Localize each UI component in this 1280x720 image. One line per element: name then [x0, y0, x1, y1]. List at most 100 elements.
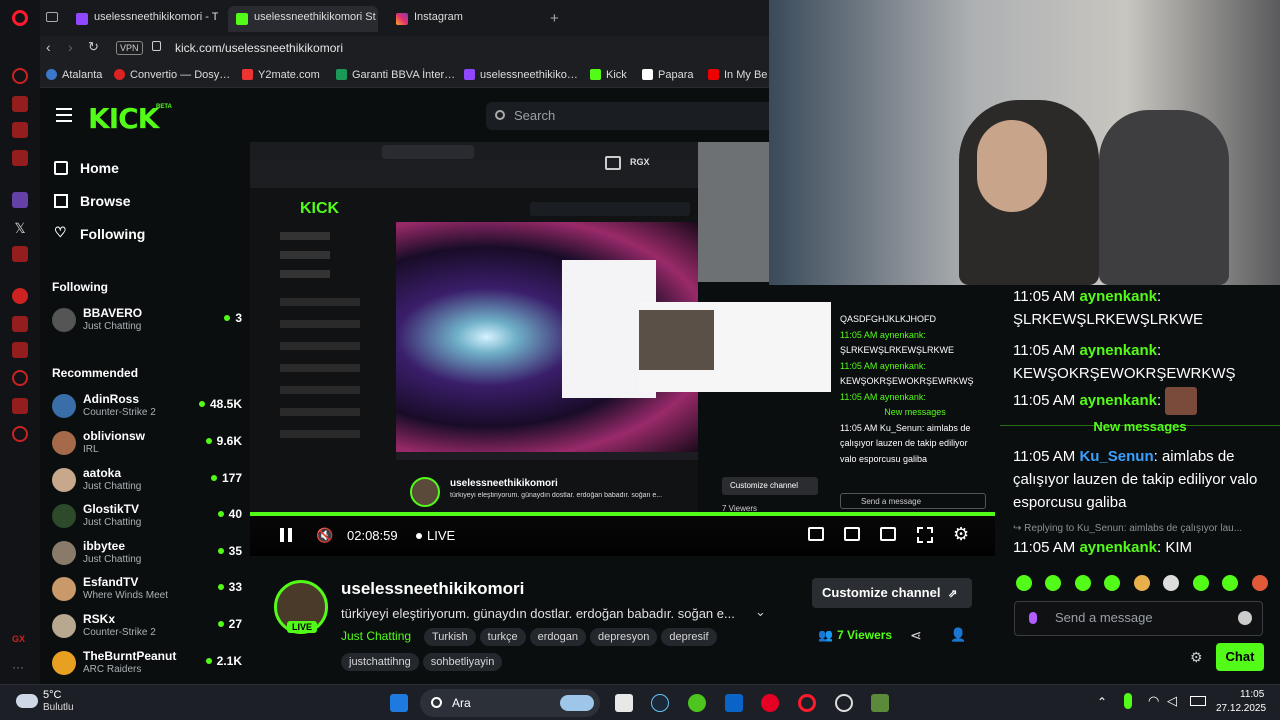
chat-send-button[interactable]: Chat — [1216, 643, 1264, 671]
bookmark-item[interactable]: Convertio — Dosy… — [114, 69, 230, 81]
emote-icon[interactable] — [1016, 575, 1032, 591]
windows-start-icon[interactable] — [390, 694, 408, 712]
recommended-channel[interactable]: TheBurntPeanut ARC Raiders 2.1K — [52, 649, 242, 679]
share-icon[interactable]: ⋖ — [910, 627, 922, 644]
mic-icon[interactable] — [1124, 693, 1132, 709]
nav-following[interactable]: ♡ Following — [54, 224, 145, 242]
theater-mode-icon[interactable] — [808, 527, 824, 541]
bookmark-item[interactable]: Atalanta — [46, 69, 102, 81]
emote-icon[interactable] — [1192, 575, 1209, 591]
tab-2[interactable]: uselessneethikikomori St — [228, 6, 378, 32]
bookmark-item[interactable]: uselessneethikiko… — [464, 69, 578, 81]
bookmark-item[interactable]: Garanti BBVA İnter… — [336, 69, 455, 81]
tag[interactable]: depresyon — [590, 628, 658, 646]
pip-icon[interactable] — [880, 527, 896, 541]
workspace-icon[interactable] — [12, 96, 28, 112]
forward-icon[interactable]: › — [68, 39, 73, 55]
wifi-icon[interactable]: ◠ — [1148, 693, 1159, 709]
briefcase-icon[interactable] — [12, 316, 28, 332]
messenger-icon[interactable] — [12, 150, 28, 166]
recommended-channel[interactable]: EsfandTV Where Winds Meet 33 — [52, 575, 242, 605]
recommended-channel[interactable]: RSKx Counter-Strike 2 27 — [52, 612, 242, 642]
tiktok-icon[interactable] — [12, 246, 28, 262]
pin-icon[interactable] — [12, 342, 28, 358]
search-box[interactable]: Search — [486, 102, 776, 130]
more-icon[interactable]: ··· — [12, 660, 28, 676]
chat-username[interactable]: aynenkank — [1079, 539, 1157, 556]
history-icon[interactable] — [12, 370, 28, 386]
emote-icon[interactable] — [1251, 575, 1268, 591]
chat-input[interactable]: Send a message — [1014, 601, 1263, 636]
bookmark-item[interactable]: Papara — [642, 69, 693, 81]
pinterest-icon[interactable] — [761, 694, 779, 712]
chat-username[interactable]: Ku_Senun — [1079, 448, 1153, 465]
tag[interactable]: Turkish — [424, 628, 476, 646]
recommended-channel[interactable]: GlostikTV Just Chatting 40 — [52, 502, 242, 532]
outlook-icon[interactable] — [725, 694, 743, 712]
live-indicator[interactable]: LIVE — [427, 528, 455, 543]
x-twitter-icon[interactable]: 𝕏 — [12, 220, 28, 236]
emote-icon[interactable] — [1163, 575, 1180, 591]
tag[interactable]: turkçe — [479, 628, 526, 646]
duolingo-icon[interactable] — [688, 694, 706, 712]
clock-time[interactable]: 11:05 — [1240, 689, 1264, 700]
expand-title-icon[interactable]: ⌄ — [755, 604, 766, 620]
bookmark-item[interactable]: In My Be — [708, 69, 767, 81]
tag[interactable]: justchattihng — [341, 653, 419, 671]
chat-username[interactable]: aynenkank — [1079, 342, 1157, 359]
tray-expand-icon[interactable]: ⌃ — [1097, 695, 1107, 709]
bookmark-item[interactable]: Y2mate.com — [242, 69, 320, 81]
music-icon[interactable] — [12, 288, 28, 304]
steam-icon[interactable] — [651, 694, 669, 712]
volume-icon[interactable]: ◁ — [1167, 693, 1177, 709]
popout-icon[interactable] — [605, 156, 621, 170]
settings-gear-icon[interactable] — [12, 426, 28, 442]
tag[interactable]: depresif — [661, 628, 717, 646]
battery-icon[interactable] — [1190, 696, 1206, 706]
opera-gx-icon[interactable] — [798, 694, 816, 712]
chat-settings-icon[interactable]: ⚙ — [1190, 649, 1203, 666]
tab-switcher-icon[interactable] — [46, 12, 58, 22]
recommended-channel[interactable]: AdinRoss Counter-Strike 2 48.5K — [52, 392, 242, 422]
tab-1[interactable]: uselessneethikikomori - T — [68, 6, 218, 32]
reload-icon[interactable]: ↻ — [88, 39, 99, 55]
minecraft-icon[interactable] — [871, 694, 889, 712]
recommended-channel[interactable]: oblivionsw IRL 9.6K — [52, 429, 242, 459]
aria-icon[interactable] — [12, 68, 28, 84]
emote-icon[interactable] — [1133, 575, 1150, 591]
follow-user-icon[interactable]: 👤 — [950, 627, 966, 643]
emote-icon[interactable] — [1222, 575, 1239, 591]
customize-channel-button[interactable]: Customize channel ⇗ — [812, 578, 972, 608]
emote-icon[interactable] — [1045, 575, 1062, 591]
tab-3[interactable]: Instagram — [388, 6, 538, 32]
mute-icon[interactable]: 🔇 — [316, 527, 333, 544]
back-icon[interactable]: ‹ — [46, 39, 51, 55]
chat-username[interactable]: aynenkank — [1079, 288, 1157, 305]
menu-icon[interactable] — [56, 108, 72, 122]
extensions-icon[interactable] — [12, 398, 28, 414]
emote-icon[interactable] — [1104, 575, 1121, 591]
bookmark-item[interactable]: Kick — [590, 69, 627, 81]
nav-home[interactable]: Home — [54, 160, 119, 176]
tag[interactable]: erdogan — [529, 628, 586, 646]
following-channel[interactable]: BBAVERO Just Chatting 3 — [52, 306, 242, 336]
opera-logo-icon[interactable] — [12, 10, 28, 26]
settings-icon[interactable]: ⚙ — [953, 524, 969, 545]
twitch-icon[interactable] — [12, 192, 28, 208]
pause-icon[interactable] — [280, 528, 292, 542]
gx-icon[interactable]: GX — [12, 634, 28, 650]
emote-icon[interactable] — [1074, 575, 1091, 591]
vpn-badge[interactable]: VPN — [116, 41, 143, 55]
fullscreen-icon[interactable] — [917, 527, 933, 543]
category-link[interactable]: Just Chatting — [341, 629, 411, 643]
search-input[interactable]: Search — [514, 108, 555, 123]
channel-username[interactable]: uselessneethikikomori — [341, 579, 524, 599]
taskbar-search[interactable]: Ara — [420, 689, 600, 717]
crypto-wallet-icon[interactable] — [12, 122, 28, 138]
chat-username[interactable]: aynenkank — [1079, 392, 1157, 409]
url-field[interactable]: kick.com/uselessneethikikomori — [175, 41, 343, 55]
recommended-channel[interactable]: ibbytee Just Chatting 35 — [52, 539, 242, 569]
clip-icon[interactable] — [844, 527, 860, 541]
emoji-icon[interactable] — [1238, 611, 1252, 625]
new-messages-label[interactable]: New messages — [1000, 419, 1280, 434]
